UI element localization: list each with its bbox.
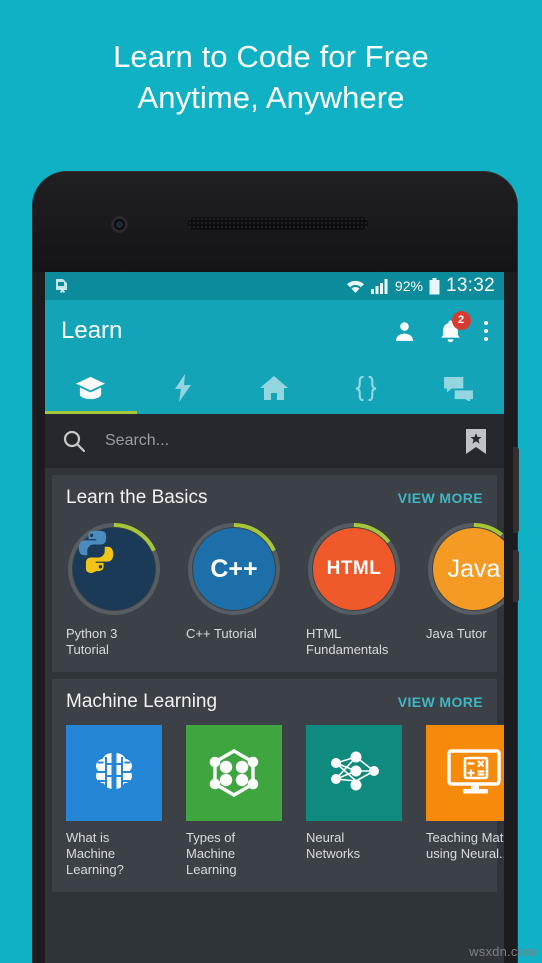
- course-label: Java Tutor: [426, 626, 487, 641]
- progress-ring: C++: [186, 521, 282, 617]
- tab-active-indicator: [45, 411, 137, 414]
- battery-icon: [429, 277, 440, 295]
- page-title: Learn to Code for Free Anytime, Anywhere: [0, 36, 542, 118]
- course-card-html[interactable]: HTML HTML Fundamentals: [306, 521, 402, 658]
- ml-label: Teaching Math using Neural...: [426, 830, 504, 861]
- progress-ring: HTML: [306, 521, 402, 617]
- course-card-java[interactable]: Java Java Tutor: [426, 521, 504, 658]
- search-bar: [45, 414, 504, 468]
- ml-tile: [426, 725, 504, 821]
- more-vertical-icon[interactable]: [483, 320, 488, 342]
- course-card-python[interactable]: Python 3 Tutorial: [66, 521, 162, 658]
- section-learn-the-basics: Learn the Basics VIEW MORE Python 3 Tuto…: [52, 475, 504, 672]
- tab-bar: [45, 362, 504, 414]
- course-badge-python: [73, 528, 155, 610]
- tab-home[interactable]: [229, 362, 321, 414]
- battery-percent-label: 92%: [394, 278, 423, 294]
- headline-line-1: Learn to Code for Free: [113, 39, 429, 74]
- app-bar: Learn 2: [45, 300, 504, 362]
- notifications-badge: 2: [451, 310, 471, 330]
- ml-label: What is Machine Learning?: [66, 830, 124, 877]
- course-badge-html: HTML: [313, 528, 395, 610]
- headline-line-2: Anytime, Anywhere: [137, 80, 405, 115]
- phone-mockup: 92% 13:32 Learn 2 Search... Learn the Ba…: [33, 172, 519, 963]
- section-title: Machine Learning: [66, 691, 218, 712]
- notifications-button[interactable]: 2: [439, 310, 471, 344]
- tab-discuss[interactable]: [412, 362, 504, 414]
- course-row: Python 3 Tutorial C++ C++ Tutorial HTML …: [66, 521, 504, 658]
- course-row: What is Machine Learning? Types of Machi…: [66, 725, 504, 878]
- ml-card-neural-networks[interactable]: Neural Networks: [306, 725, 402, 878]
- ml-card-what-is-ml[interactable]: What is Machine Learning?: [66, 725, 162, 878]
- course-card-cpp[interactable]: C++ C++ Tutorial: [186, 521, 282, 658]
- search-icon[interactable]: [63, 430, 85, 452]
- section-machine-learning: Machine Learning VIEW MORE What is Machi…: [52, 679, 504, 892]
- ml-tile: [306, 725, 402, 821]
- sim-card-off-icon: [54, 278, 69, 295]
- search-input[interactable]: [105, 432, 446, 450]
- ml-label: Neural Networks: [306, 830, 361, 861]
- ml-label: Types of Machine Learning: [186, 830, 237, 877]
- section-header: Learn the Basics VIEW MORE: [66, 487, 483, 509]
- watermark: wsxdn.com: [469, 944, 536, 959]
- tab-challenges[interactable]: [137, 362, 229, 414]
- view-more-link[interactable]: VIEW MORE: [398, 490, 483, 506]
- bookmark-star-icon[interactable]: [466, 428, 486, 454]
- wifi-icon: [346, 279, 365, 294]
- front-camera-icon: [111, 216, 128, 233]
- tab-code[interactable]: [320, 362, 412, 414]
- phone-screen: 92% 13:32 Learn 2 Search... Learn the Ba…: [45, 272, 504, 963]
- progress-ring: Java: [426, 521, 504, 617]
- clock-label: 13:32: [445, 275, 495, 296]
- ml-tile: [66, 725, 162, 821]
- section-title: Learn the Basics: [66, 487, 208, 508]
- node-hexagon-icon: [209, 749, 259, 797]
- section-header: Machine Learning VIEW MORE: [66, 691, 483, 713]
- neural-network-icon: [331, 751, 379, 791]
- view-more-link[interactable]: VIEW MORE: [398, 694, 483, 710]
- course-label: C++ Tutorial: [186, 626, 257, 641]
- phone-top-bezel: [33, 172, 517, 272]
- course-label: HTML Fundamentals: [306, 626, 389, 657]
- course-badge-cpp: C++: [193, 528, 275, 610]
- ml-card-types-of-ml[interactable]: Types of Machine Learning: [186, 725, 282, 878]
- app-title: Learn: [61, 317, 123, 344]
- brain-circuit-icon: [93, 750, 135, 792]
- progress-ring: [66, 521, 162, 617]
- ml-tile: [186, 725, 282, 821]
- cellular-signal-icon: [370, 278, 389, 294]
- course-label: Python 3 Tutorial: [66, 626, 118, 657]
- power-button[interactable]: [513, 550, 519, 602]
- ml-card-teaching-math[interactable]: Teaching Math using Neural...: [426, 725, 504, 878]
- volume-button[interactable]: [513, 447, 519, 533]
- person-icon[interactable]: [392, 319, 417, 344]
- status-bar: 92% 13:32: [45, 272, 504, 300]
- tab-learn[interactable]: [45, 362, 137, 414]
- earpiece-speaker: [188, 217, 368, 230]
- monitor-calculator-icon: [447, 749, 501, 794]
- python-logo-icon: [78, 530, 114, 574]
